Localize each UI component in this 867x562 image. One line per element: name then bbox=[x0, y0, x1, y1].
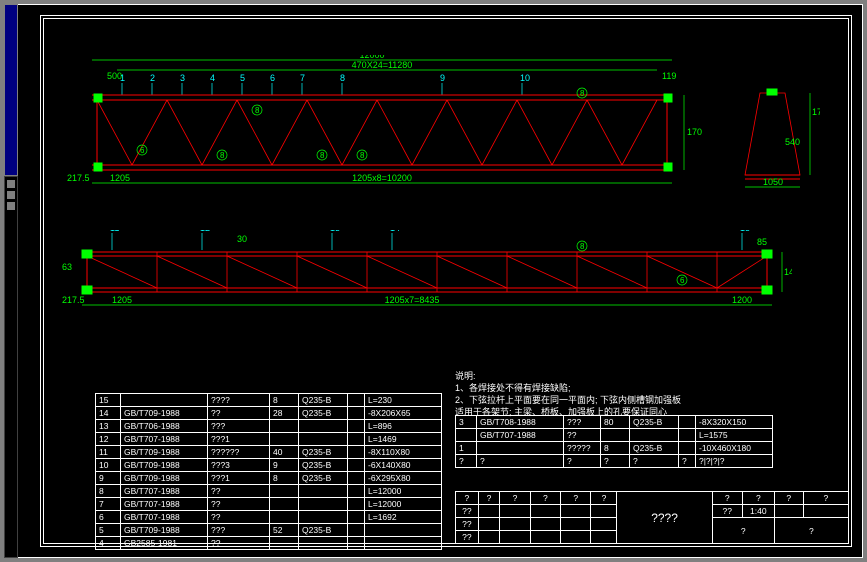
table-row: 3GB/T708-1988???80Q235-B-8X320X150 bbox=[456, 416, 773, 429]
table-row: 8GB/T707-1988??L=12000 bbox=[96, 485, 442, 498]
bom-table-right: 3GB/T708-1988???80Q235-B-8X320X150GB/T70… bbox=[455, 415, 773, 468]
notes-heading: 说明: bbox=[455, 370, 681, 382]
truss-plan: 11 12 13 14 15 30 bbox=[62, 230, 792, 320]
table-row: 4GB2585-1981?? bbox=[96, 537, 442, 550]
svg-text:8: 8 bbox=[220, 151, 225, 160]
svg-text:10: 10 bbox=[520, 73, 530, 83]
title-block: ??? ??? ???? ???? ?? ??1:40 ?? ?? ?? bbox=[455, 491, 849, 544]
dim-sub: 470X24=11280 bbox=[352, 60, 413, 70]
dim-bottom-array: 1205x8=10200 bbox=[352, 173, 412, 183]
notes-block: 说明: 1、各焊接处不得有焊接缺陷; 2、下弦拉杆上平面要在同一平面内; 下弦内… bbox=[455, 370, 681, 419]
table-row: 12GB/T707-1988???1L=1469 bbox=[96, 433, 442, 446]
leader-group: 1 2 3 4 5 6 7 8 9 10 bbox=[120, 73, 530, 95]
dim-63: 63 bbox=[62, 262, 72, 272]
table-row: 5GB/T709-1988???52Q235-B bbox=[96, 524, 442, 537]
svg-text:8: 8 bbox=[580, 89, 585, 98]
svg-text:7: 7 bbox=[300, 73, 305, 83]
dim-1200: 1200 bbox=[732, 295, 752, 305]
svg-text:8: 8 bbox=[340, 73, 345, 83]
dim-base: 1050 bbox=[763, 177, 783, 187]
scale-value: 1:40 bbox=[742, 505, 774, 518]
truss-elevation: 12000 470X24=11280 500 119 1 2 3 4 5 6 7… bbox=[62, 55, 702, 190]
svg-text:8: 8 bbox=[255, 106, 260, 115]
bom-table-left: 15????8Q235-BL=23014GB/T709-1988??28Q235… bbox=[95, 393, 442, 550]
svg-text:6: 6 bbox=[680, 276, 685, 285]
table-row: ???????|?|?|? bbox=[456, 455, 773, 468]
ruler-strip-dark bbox=[4, 176, 18, 558]
table-row: 14GB/T709-1988??28Q235-B-8X206X65 bbox=[96, 407, 442, 420]
svg-text:8: 8 bbox=[320, 151, 325, 160]
truss-end-section: 1050 1700 540 bbox=[725, 85, 820, 195]
web-members bbox=[97, 100, 657, 165]
table-row: 6GB/T707-1988??L=1692 bbox=[96, 511, 442, 524]
svg-text:4: 4 bbox=[210, 73, 215, 83]
dim-119: 119 bbox=[662, 71, 676, 81]
dim-plan-h: 1400 bbox=[784, 267, 792, 277]
table-row: 15????8Q235-BL=230 bbox=[96, 394, 442, 407]
balloons: 6 8 8 8 8 8 bbox=[137, 88, 587, 160]
svg-text:12: 12 bbox=[200, 230, 210, 233]
cad-canvas: 12000 470X24=11280 500 119 1 2 3 4 5 6 7… bbox=[0, 0, 867, 562]
svg-text:6: 6 bbox=[140, 146, 145, 155]
table-row: 13GB/T706-1988???L=896 bbox=[96, 420, 442, 433]
svg-text:1: 1 bbox=[120, 73, 125, 83]
svg-text:13: 13 bbox=[330, 230, 340, 233]
svg-text:2: 2 bbox=[150, 73, 155, 83]
dim-panel2: 1205 bbox=[112, 295, 132, 305]
dim-left-ext: 217.5 bbox=[67, 173, 90, 183]
table-row: 1?????8Q235-B-10X460X180 bbox=[456, 442, 773, 455]
svg-text:11: 11 bbox=[110, 230, 119, 233]
table-row: 11GB/T709-1988??????40Q235-B-8X110X80 bbox=[96, 446, 442, 459]
table-row: 7GB/T707-1988??L=12000 bbox=[96, 498, 442, 511]
table-row: 9GB/T709-1988???18Q235-B-6X295X80 bbox=[96, 472, 442, 485]
dim-plan-array: 1205x7=8435 bbox=[385, 295, 440, 305]
svg-text:8: 8 bbox=[580, 242, 585, 251]
plan-webs bbox=[87, 252, 767, 292]
joints bbox=[94, 94, 672, 171]
table-row: GB/T707-1988??L=1575 bbox=[456, 429, 773, 442]
notes-line1: 1、各焊接处不得有焊接缺陷; bbox=[455, 382, 681, 394]
svg-text:9: 9 bbox=[440, 73, 445, 83]
dim-height: 1700 bbox=[687, 127, 702, 137]
svg-text:15: 15 bbox=[740, 230, 750, 233]
dim-30: 30 bbox=[237, 234, 247, 244]
svg-text:14: 14 bbox=[390, 230, 400, 233]
notes-line2: 2、下弦拉杆上平面要在同一平面内; 下弦内侧槽钢加强板 bbox=[455, 394, 681, 406]
dim-1700b: 1700 bbox=[812, 107, 820, 117]
project-title: ???? bbox=[617, 492, 712, 544]
dim-540: 540 bbox=[785, 137, 800, 147]
svg-text:6: 6 bbox=[270, 73, 275, 83]
svg-text:3: 3 bbox=[180, 73, 185, 83]
dim-85: 85 bbox=[757, 237, 767, 247]
plan-leaders: 11 12 13 14 15 bbox=[110, 230, 750, 250]
dim-panel: 1205 bbox=[110, 173, 130, 183]
svg-text:5: 5 bbox=[240, 73, 245, 83]
dim-left-ext2: 217.5 bbox=[62, 295, 85, 305]
table-row: 10GB/T709-1988???39Q235-B-6X140X80 bbox=[96, 459, 442, 472]
ruler-strip-blue bbox=[4, 4, 18, 176]
svg-text:8: 8 bbox=[360, 151, 365, 160]
